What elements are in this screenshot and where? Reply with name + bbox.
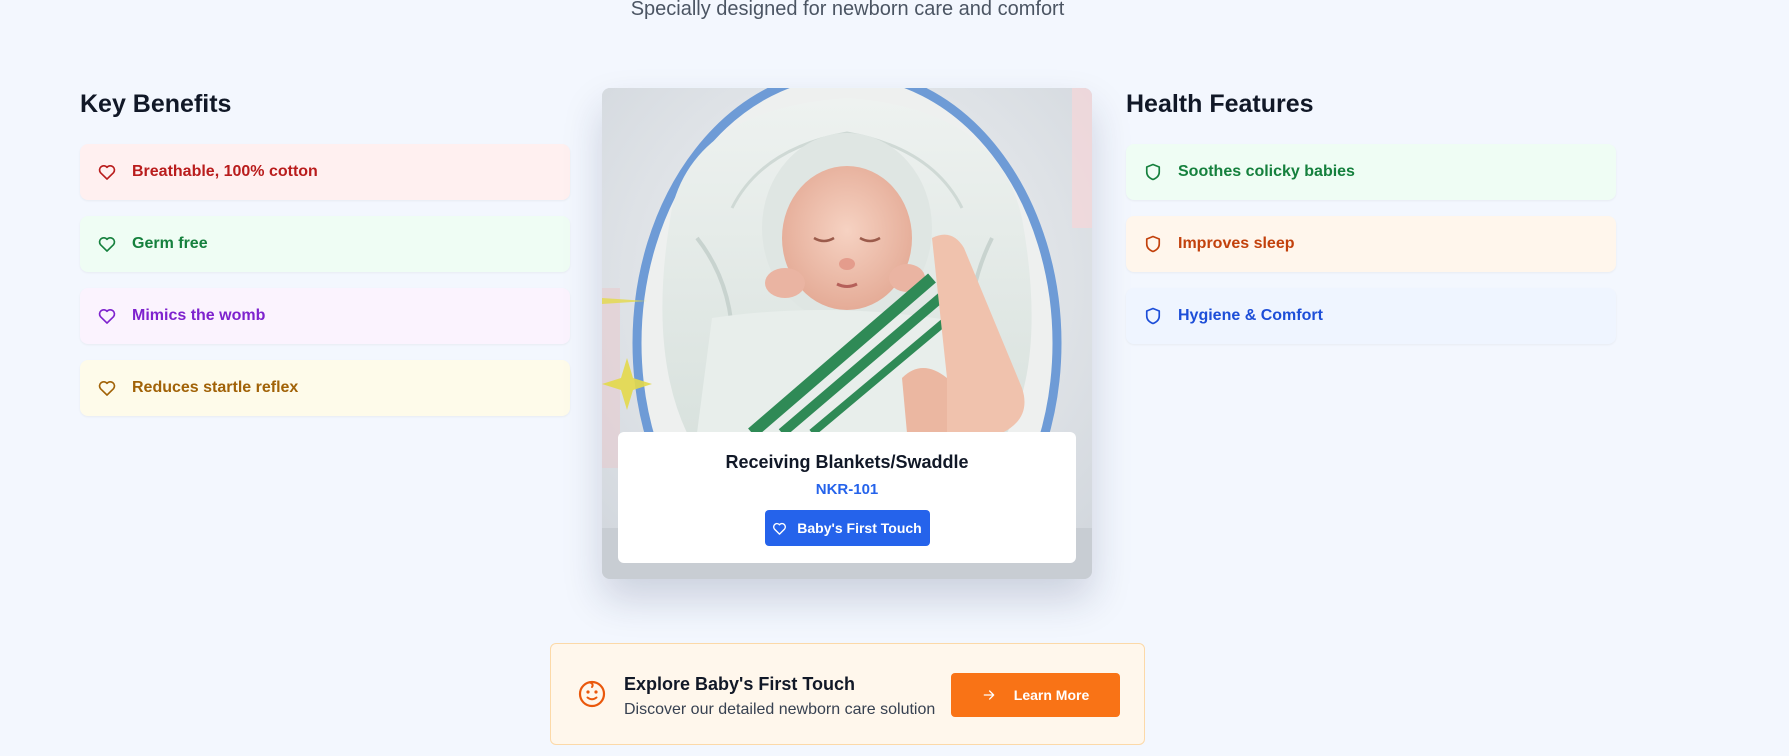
baby-face-icon — [578, 680, 606, 708]
health-features-list: Soothes colicky babies Improves sleep Hygi… — [1126, 144, 1616, 360]
babys-first-touch-label: Baby's First Touch — [797, 520, 922, 536]
health-feature-item-label: Improves sleep — [1178, 235, 1295, 252]
product-code: NKR-101 — [815, 481, 879, 498]
arrow-right-icon — [982, 688, 996, 702]
health-feature-item[interactable]: Improves sleep — [1126, 216, 1616, 272]
heart-icon — [772, 521, 787, 536]
key-benefits-list: Breathable, 100% cotton Germ free Mimics t… — [80, 144, 570, 432]
heart-icon — [96, 305, 118, 327]
benefit-item-label: Breathable, 100% cotton — [132, 163, 318, 180]
benefit-item[interactable]: Germ free — [80, 216, 570, 272]
health-features-heading: Health Features — [1126, 90, 1314, 118]
learn-more-button[interactable]: Learn More — [951, 673, 1120, 717]
cta-subtitle: Discover our detailed newborn care solut… — [624, 701, 936, 718]
benefit-item-label: Mimics the womb — [132, 307, 266, 324]
shield-icon — [1142, 233, 1164, 255]
benefit-item-label: Reduces startle reflex — [132, 379, 299, 396]
shield-icon — [1142, 305, 1164, 327]
shield-icon — [1142, 161, 1164, 183]
babys-first-touch-button[interactable]: Baby's First Touch — [764, 510, 930, 546]
page-subtitle: Specially designed for newborn care and … — [630, 0, 1065, 20]
product-name: Receiving Blankets/Swaddle — [725, 452, 969, 472]
cta-title: Explore Baby's First Touch — [624, 674, 855, 694]
heart-icon — [96, 233, 118, 255]
benefit-item[interactable]: Mimics the womb — [80, 288, 570, 344]
product-card: Receiving Blankets/Swaddle NKR-101 Baby'… — [602, 88, 1092, 579]
health-feature-item[interactable]: Soothes colicky babies — [1126, 144, 1616, 200]
benefit-item[interactable]: Reduces startle reflex — [80, 360, 570, 416]
benefit-item[interactable]: Breathable, 100% cotton — [80, 144, 570, 200]
explore-cta-banner: Explore Baby's First Touch Discover our … — [550, 643, 1145, 745]
benefit-item-label: Germ free — [132, 235, 208, 252]
heart-icon — [96, 161, 118, 183]
health-feature-item[interactable]: Hygiene & Comfort — [1126, 288, 1616, 344]
key-benefits-heading: Key Benefits — [80, 90, 232, 118]
health-feature-item-label: Hygiene & Comfort — [1178, 307, 1323, 324]
learn-more-label: Learn More — [1013, 687, 1090, 703]
product-info-panel: Receiving Blankets/Swaddle NKR-101 Baby'… — [618, 432, 1076, 563]
health-feature-item-label: Soothes colicky babies — [1178, 163, 1355, 180]
heart-icon — [96, 377, 118, 399]
